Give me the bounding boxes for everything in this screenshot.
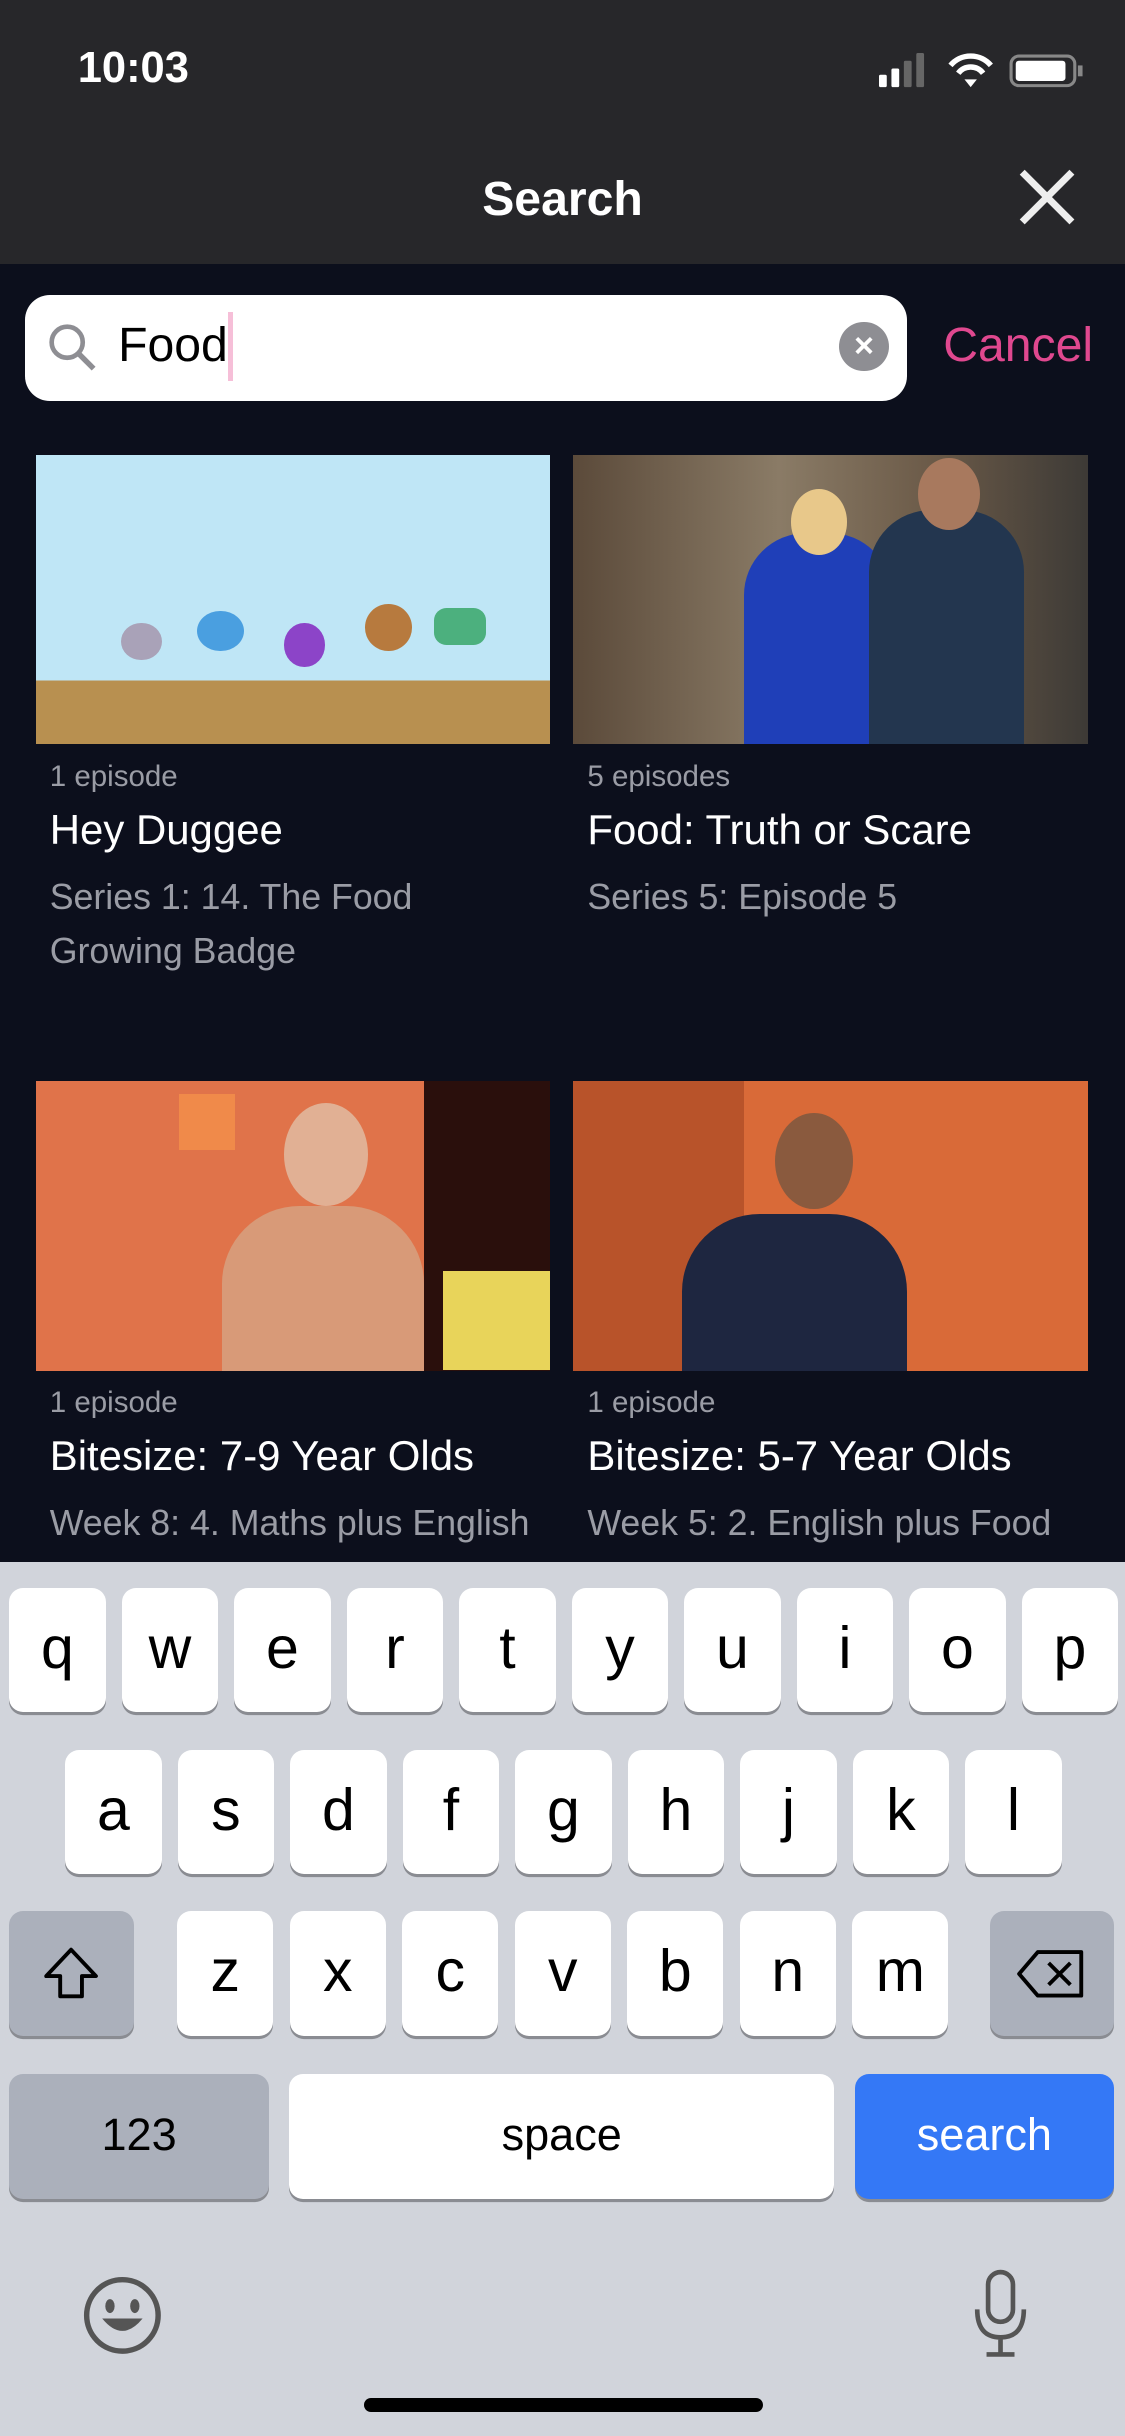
key-y[interactable]: y bbox=[571, 1588, 669, 1713]
thumbnail-food-truth-or-scare bbox=[573, 455, 1088, 745]
result-card[interactable]: 1 episode Bitesize: 7-9 Year Olds Week 8… bbox=[35, 1081, 551, 1604]
search-key[interactable]: search bbox=[854, 2074, 1115, 2199]
search-icon bbox=[48, 323, 96, 371]
close-icon[interactable] bbox=[1016, 166, 1078, 228]
signal-icon bbox=[879, 52, 925, 88]
key-r[interactable]: r bbox=[346, 1588, 444, 1713]
key-u[interactable]: u bbox=[684, 1588, 781, 1713]
key-f[interactable]: f bbox=[402, 1749, 500, 1874]
result-title: Bitesize: 5-7 Year Olds bbox=[587, 1432, 1012, 1480]
key-q[interactable]: q bbox=[9, 1588, 106, 1713]
key-a[interactable]: a bbox=[65, 1749, 162, 1874]
result-subtitle: Series 5: Episode 5 bbox=[587, 876, 898, 917]
key-c[interactable]: c bbox=[402, 1911, 499, 2036]
episode-count: 1 episode bbox=[587, 1386, 716, 1420]
key-i[interactable]: i bbox=[796, 1588, 894, 1713]
episode-count: 5 episodes bbox=[587, 759, 731, 793]
home-indicator bbox=[363, 2397, 763, 2412]
backspace-icon bbox=[1017, 1949, 1084, 1998]
key-g[interactable]: g bbox=[515, 1749, 612, 1874]
thumbnail-bitesize-5-7 bbox=[573, 1081, 1088, 1371]
emoji-icon[interactable] bbox=[82, 2275, 163, 2356]
key-l[interactable]: l bbox=[965, 1749, 1062, 1874]
result-card[interactable]: 5 episodes Food: Truth or Scare Series 5… bbox=[573, 455, 1089, 924]
space-key[interactable]: space bbox=[289, 2074, 835, 2199]
screen: 10:03 Search Food × Cancel 1 episode Hey… bbox=[0, 0, 1125, 2436]
result-title: Bitesize: 7-9 Year Olds bbox=[49, 1432, 474, 1480]
key-s[interactable]: s bbox=[177, 1749, 275, 1874]
cancel-button[interactable]: Cancel bbox=[943, 317, 1093, 373]
key-h[interactable]: h bbox=[627, 1749, 725, 1874]
key-z[interactable]: z bbox=[177, 1911, 274, 2036]
text-caret bbox=[228, 312, 234, 381]
wifi-icon bbox=[948, 53, 994, 75]
key-v[interactable]: v bbox=[514, 1911, 611, 2036]
microphone-icon[interactable] bbox=[971, 2269, 1030, 2359]
key-j[interactable]: j bbox=[740, 1749, 837, 1874]
key-m[interactable]: m bbox=[852, 1911, 949, 2036]
key-b[interactable]: b bbox=[627, 1911, 724, 2036]
key-w[interactable]: w bbox=[121, 1588, 219, 1713]
episode-count: 1 episode bbox=[49, 1386, 178, 1420]
result-subtitle: Series 1: 14. The Food Growing Badge bbox=[49, 876, 413, 972]
page-title: Search bbox=[482, 171, 643, 226]
clear-icon[interactable]: × bbox=[839, 321, 889, 372]
thumbnail-hey-duggee bbox=[35, 455, 551, 745]
result-title: Hey Duggee bbox=[49, 806, 283, 854]
shift-key[interactable] bbox=[9, 1911, 134, 2036]
status-time: 10:03 bbox=[77, 43, 189, 92]
thumbnail-bitesize-7-9 bbox=[35, 1081, 551, 1371]
key-t[interactable]: t bbox=[459, 1588, 556, 1713]
result-title: Food: Truth or Scare bbox=[587, 806, 972, 854]
keyboard: qwertyuiop asdfghjkl zxcvbnm 123 space sea… bbox=[0, 1561, 1125, 2436]
result-card[interactable]: 1 episode Bitesize: 5-7 Year Olds Week 5… bbox=[573, 1081, 1089, 1604]
result-card[interactable]: 1 episode Hey Duggee Series 1: 14. The F… bbox=[35, 455, 551, 978]
numbers-key[interactable]: 123 bbox=[9, 2074, 269, 2199]
status-icons bbox=[879, 52, 1084, 88]
key-e[interactable]: e bbox=[234, 1588, 331, 1713]
delete-key[interactable] bbox=[989, 1911, 1115, 2036]
search-value: Food bbox=[118, 317, 228, 372]
key-n[interactable]: n bbox=[739, 1911, 836, 2036]
shift-icon bbox=[44, 1948, 99, 1999]
key-o[interactable]: o bbox=[909, 1588, 1006, 1713]
search-input[interactable]: Food × bbox=[24, 295, 908, 401]
key-x[interactable]: x bbox=[289, 1911, 386, 2036]
key-d[interactable]: d bbox=[290, 1749, 387, 1874]
key-k[interactable]: k bbox=[852, 1749, 950, 1874]
key-p[interactable]: p bbox=[1021, 1588, 1119, 1713]
episode-count: 1 episode bbox=[49, 759, 178, 793]
battery-icon bbox=[1010, 54, 1084, 88]
